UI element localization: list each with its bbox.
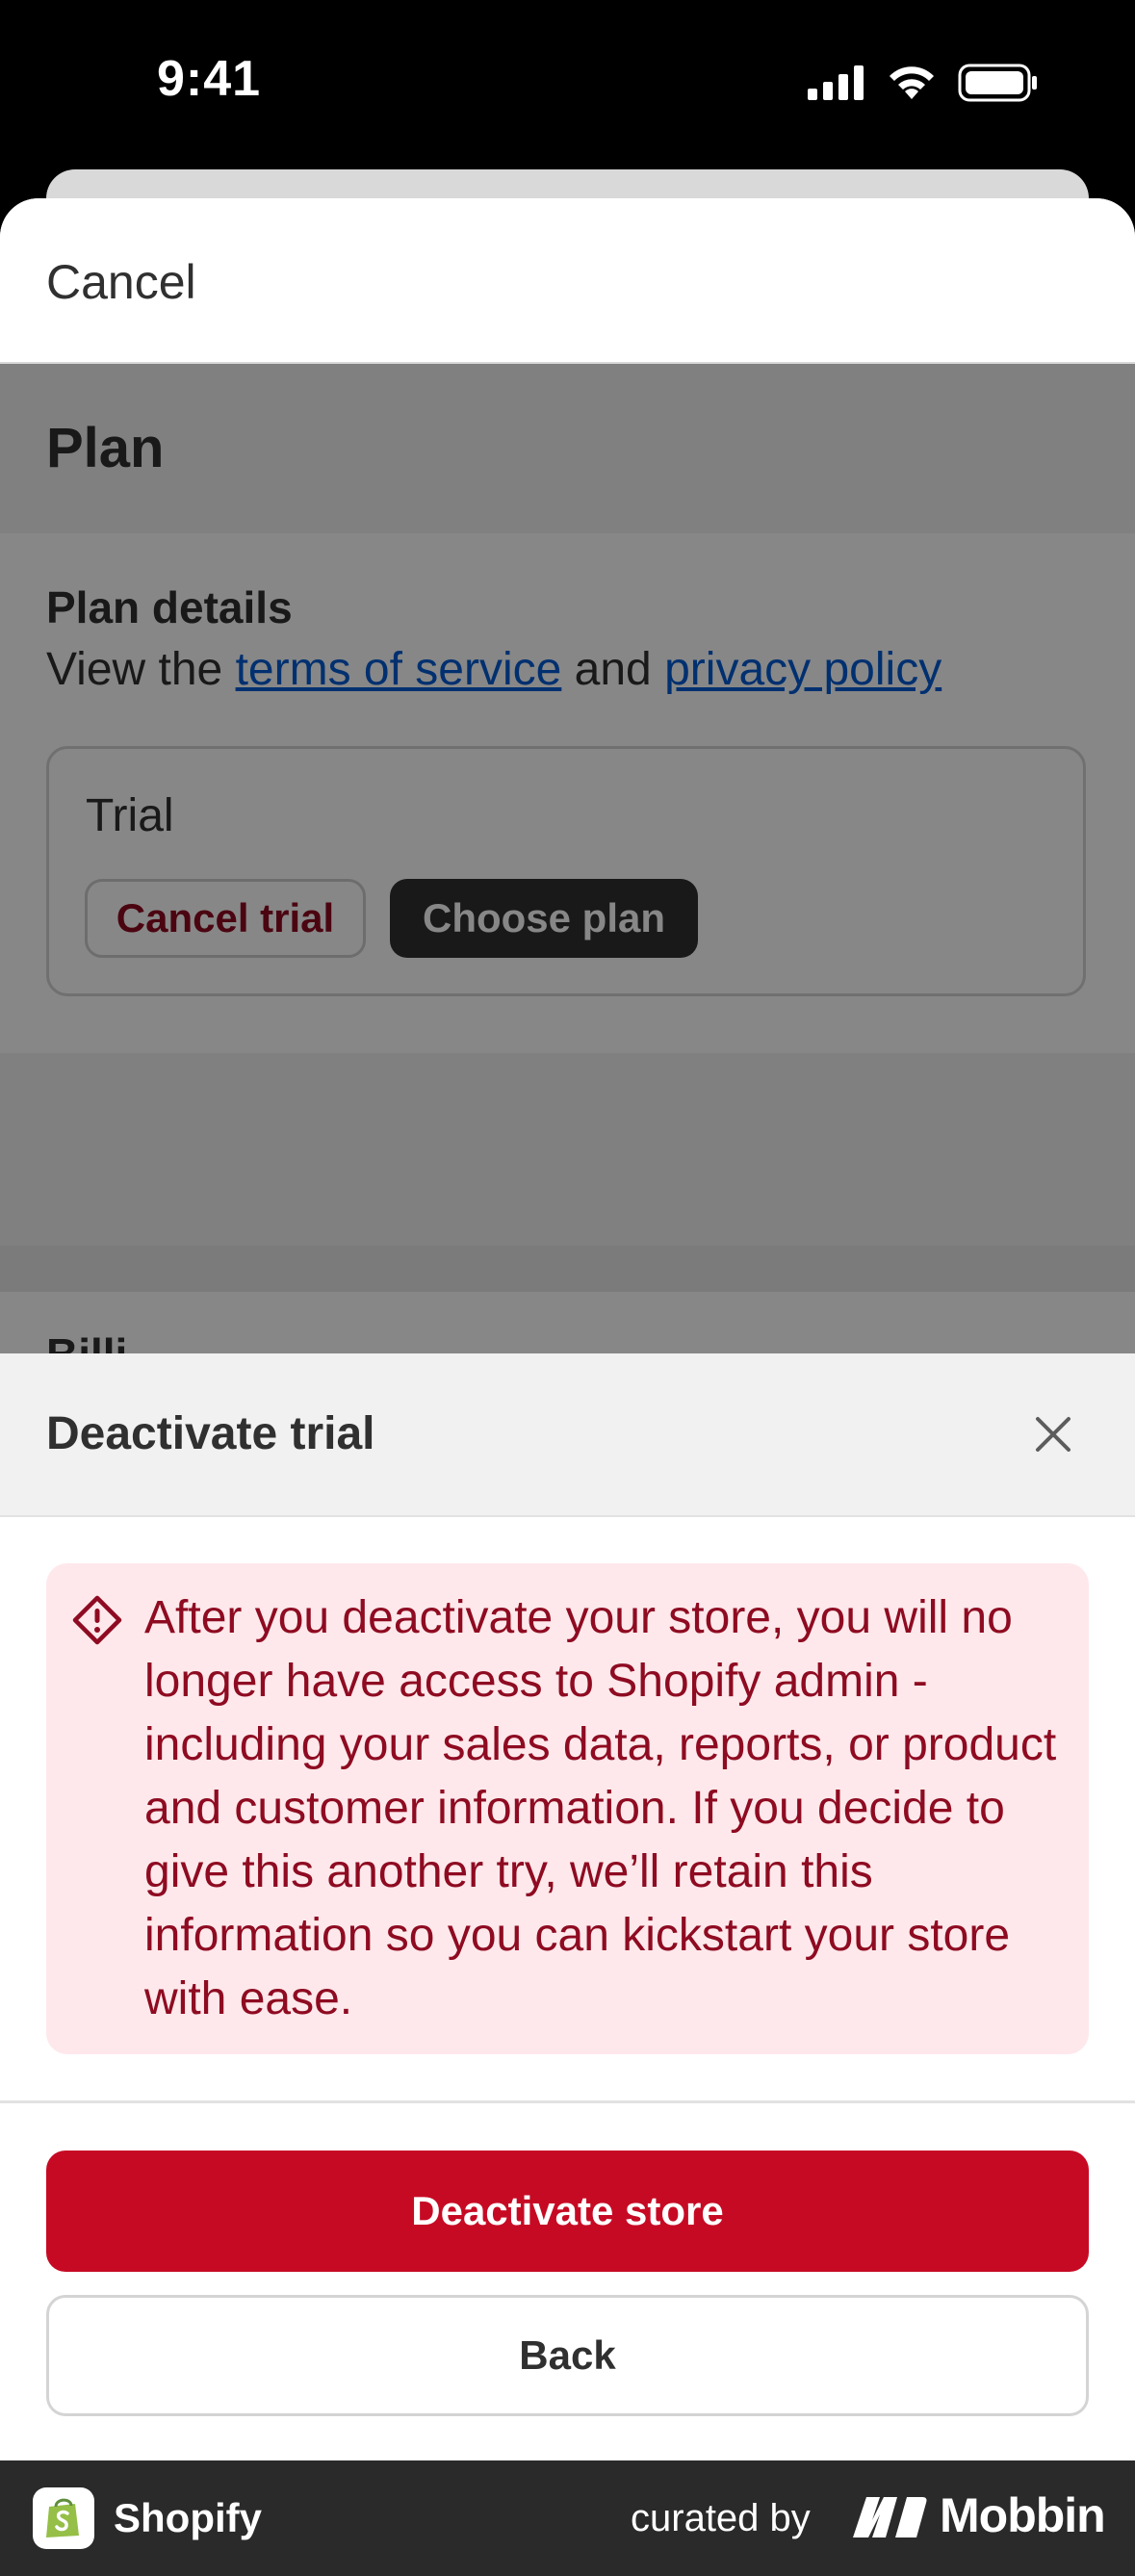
divider [0,2100,1135,2103]
mobbin-logo-icon [853,2497,927,2537]
cancel-button[interactable]: Cancel [46,254,196,310]
app-name: Shopify [114,2495,262,2540]
status-bar: 9:41 [0,0,1135,168]
modal-header: Deactivate trial [0,1353,1135,1517]
status-icons [808,64,1039,102]
status-time: 9:41 [157,51,262,107]
shopify-logo-icon [33,2487,94,2549]
modal-sheet: Cancel Plan Plan details View the terms … [0,198,1135,2460]
modal-title: Deactivate trial [46,1408,375,1459]
curated-by-label: curated by [631,2497,811,2539]
dim-overlay[interactable] [0,364,1135,1355]
warning-text: After you deactivate your store, you wil… [144,1592,1057,2024]
footer-bar: Shopify curated by Mobbin [0,2460,1135,2576]
critical-banner: After you deactivate your store, you wil… [46,1563,1089,2054]
deactivate-store-button[interactable]: Deactivate store [46,2151,1089,2272]
brand-name: Mobbin [940,2488,1106,2542]
wifi-icon [890,66,934,99]
back-button[interactable]: Back [46,2295,1089,2416]
sheet-nav-bar: Cancel [0,198,1135,364]
deactivate-trial-modal: Deactivate trial After you deactivate yo… [0,1353,1135,2460]
alert-diamond-icon [72,1595,122,1645]
battery-icon [958,64,1037,102]
close-icon[interactable] [1030,1411,1076,1457]
signal-icon [808,65,864,100]
